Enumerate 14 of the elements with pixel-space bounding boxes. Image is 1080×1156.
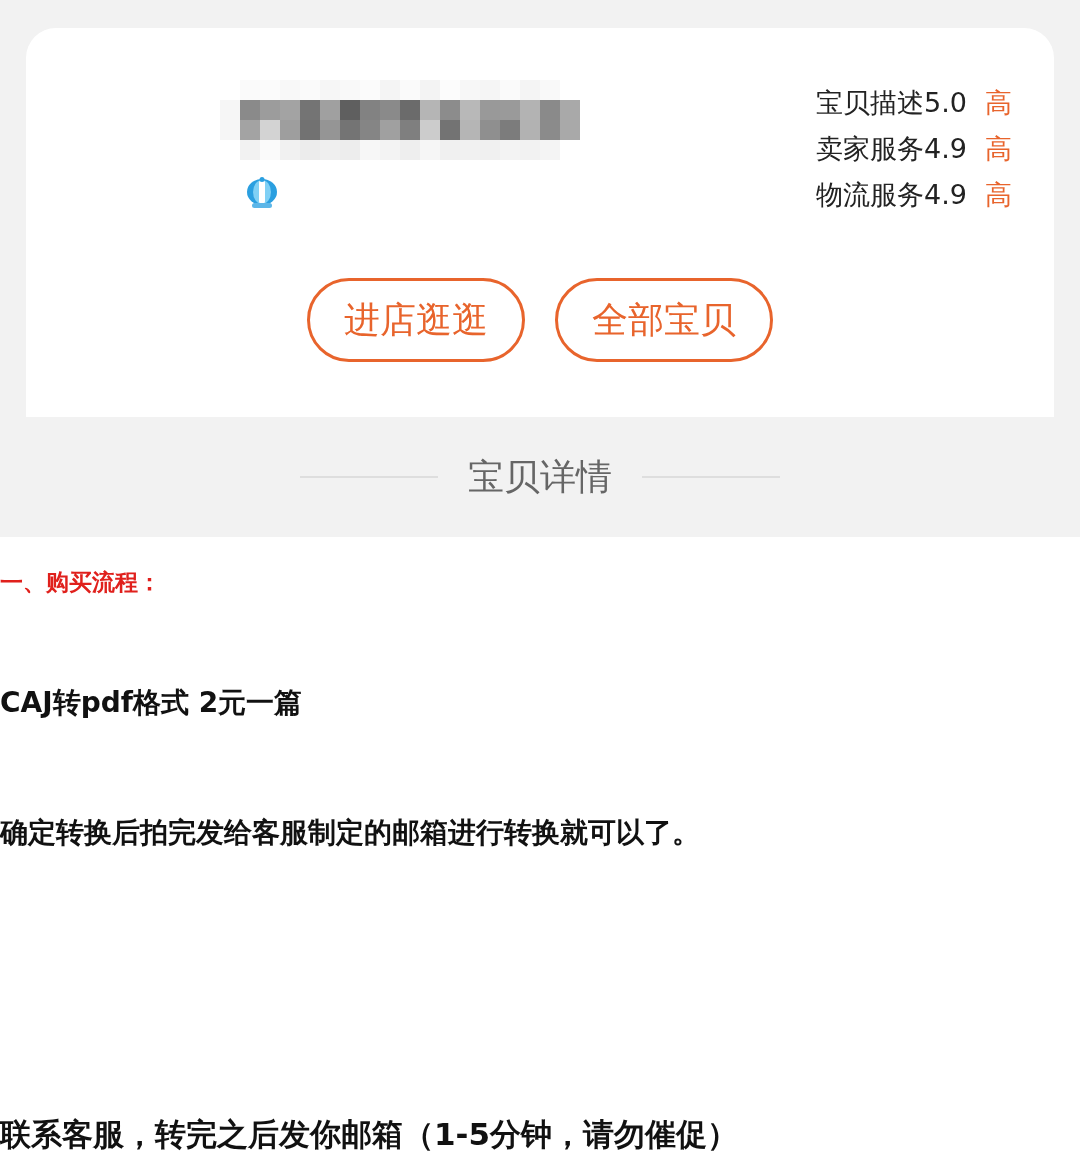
- rating-grade: 高: [985, 132, 1012, 166]
- rating-score: 物流服务4.9: [816, 178, 967, 212]
- rating-score: 宝贝描述5.0: [816, 86, 967, 120]
- description-text: 联系客服，转完之后发你邮箱（1-5分钟，请勿催促）: [0, 1115, 738, 1154]
- description-text: 确定转换后拍完发给客服制定的邮箱进行转换就可以了。: [0, 815, 700, 851]
- shop-link-button[interactable]: 进店逛逛: [307, 278, 525, 362]
- shop-link-button[interactable]: 全部宝贝: [555, 278, 773, 362]
- section-heading: 一、购买流程：: [0, 568, 161, 597]
- rating-score: 卖家服务4.9: [816, 132, 967, 166]
- rating-grade: 高: [985, 178, 1012, 212]
- crown-icon: [245, 176, 279, 210]
- rating-grade: 高: [985, 86, 1012, 120]
- section-title: 宝贝详情: [468, 454, 612, 499]
- description-text: CAJ转pdf格式 2元一篇: [0, 685, 303, 721]
